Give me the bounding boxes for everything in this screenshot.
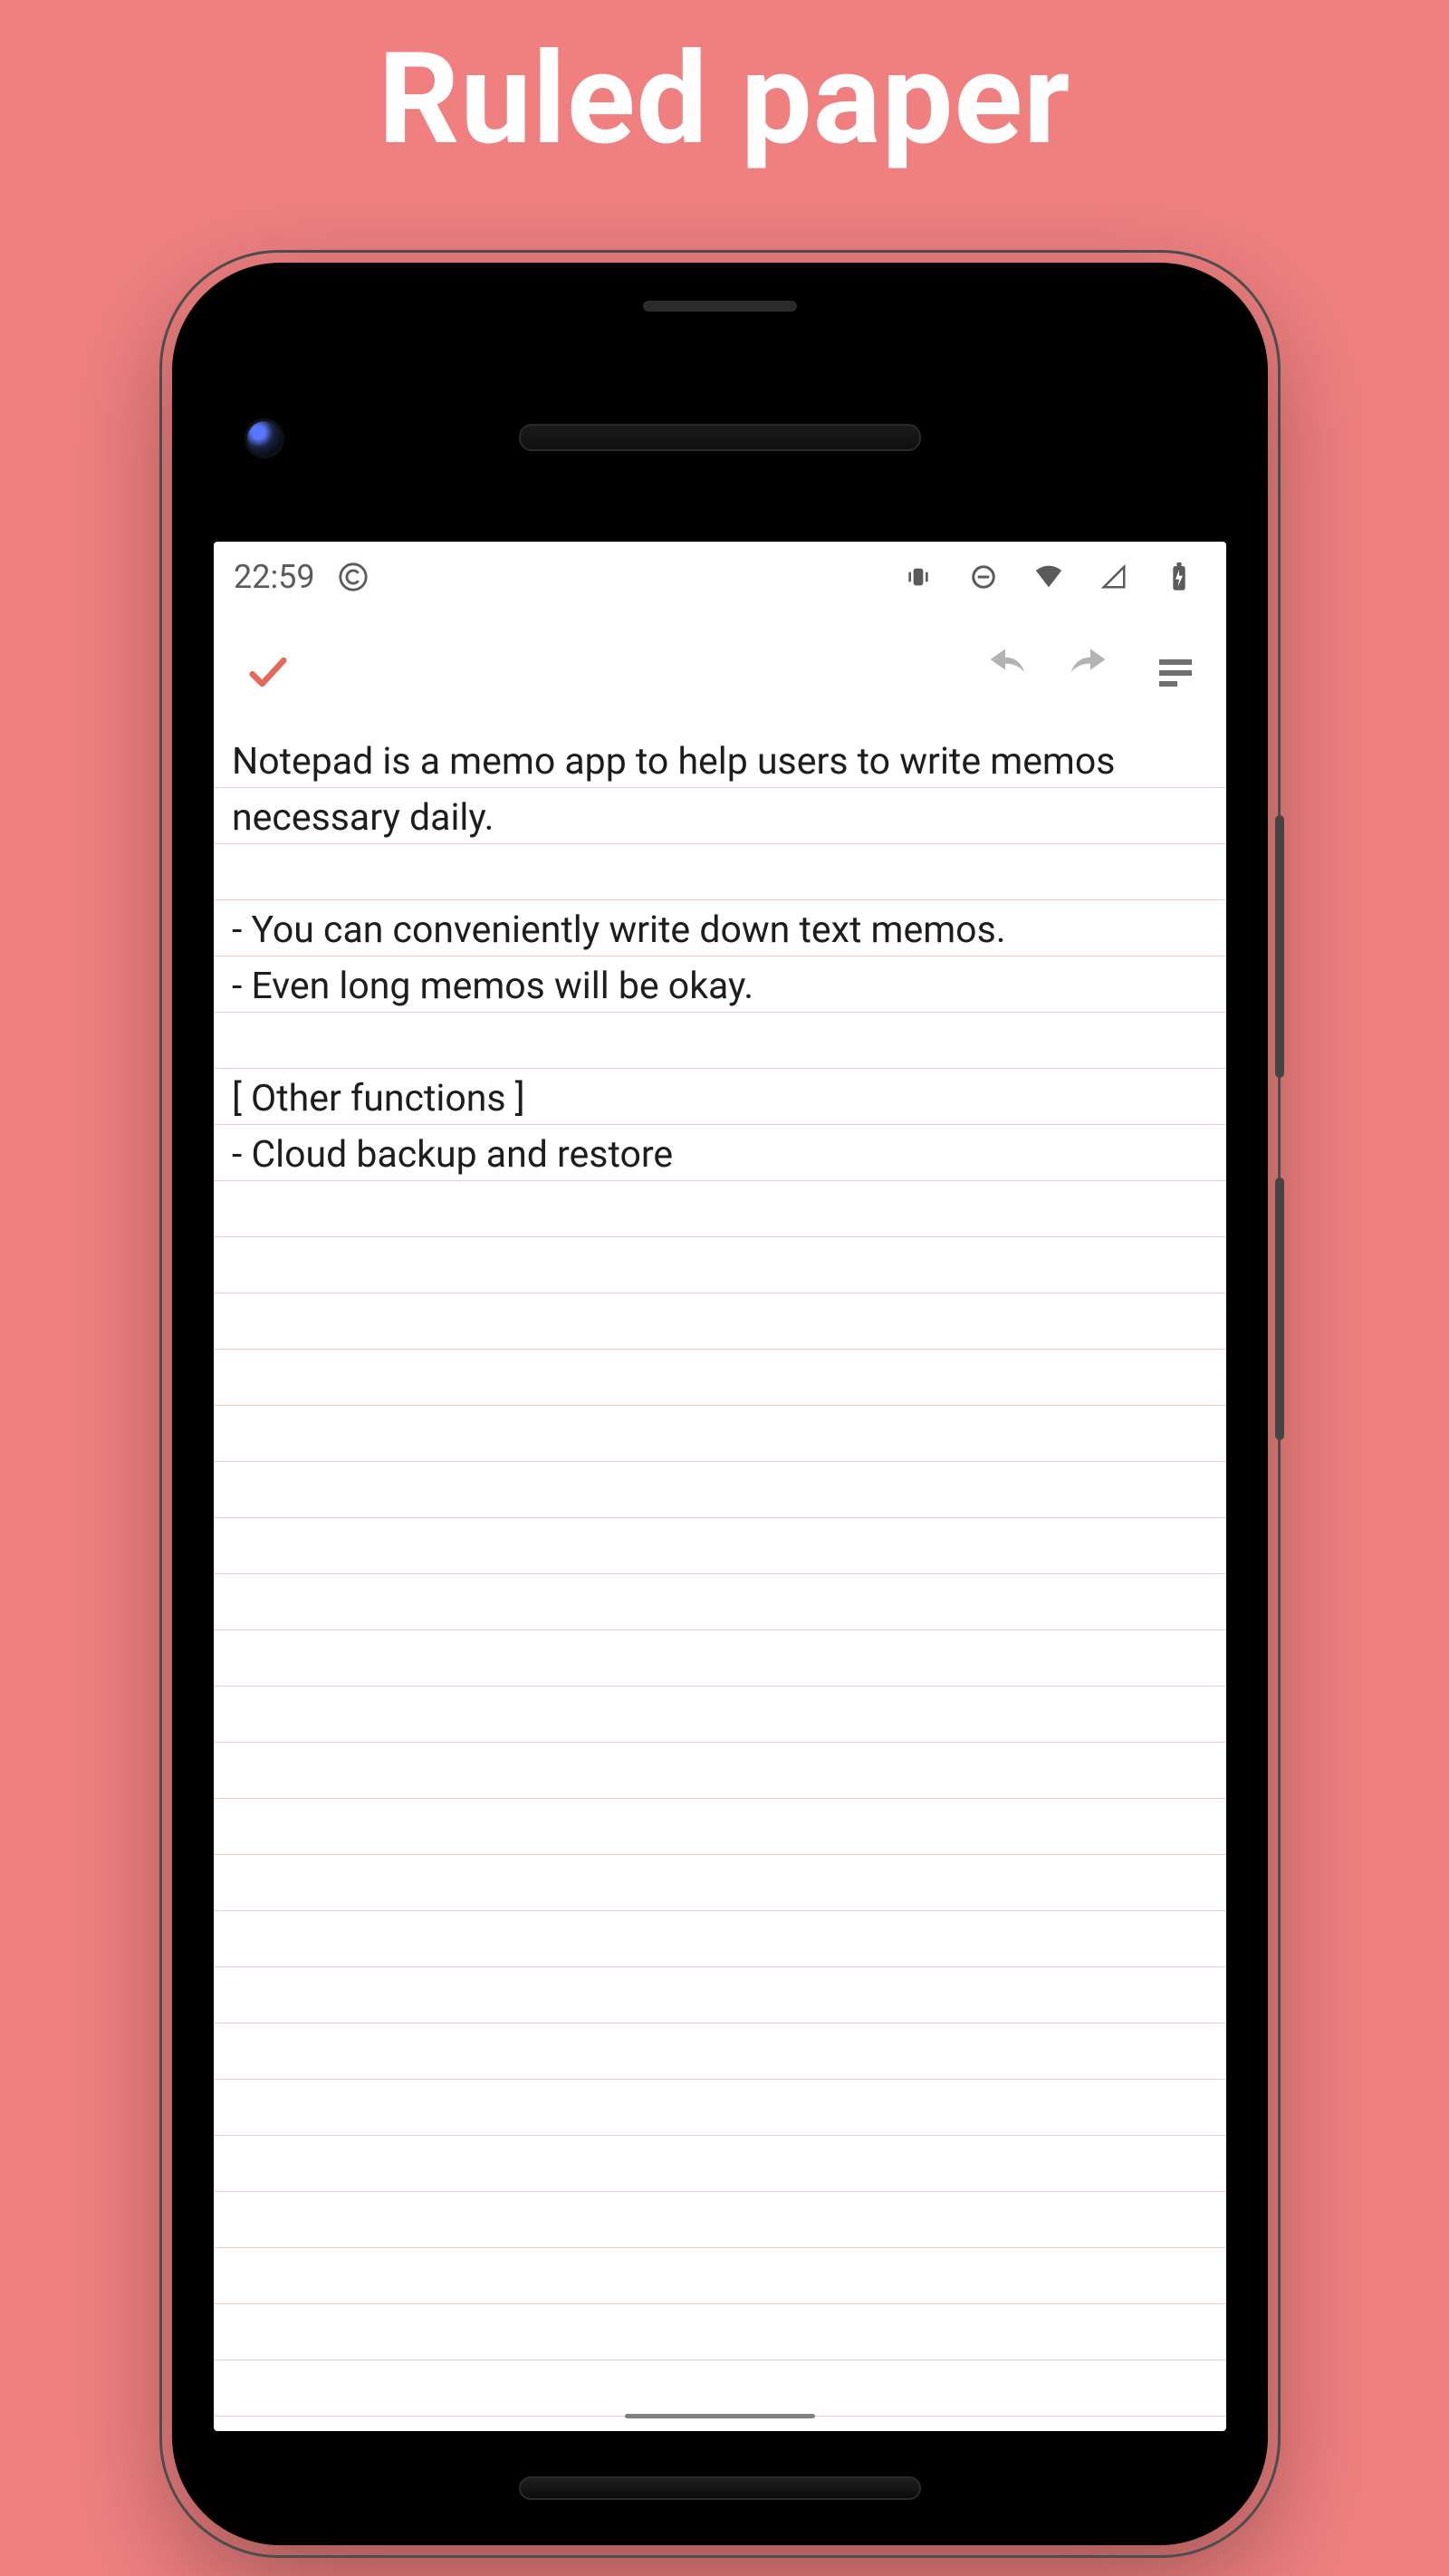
app-action-bar [214, 612, 1226, 732]
phone-side-button-upper [1275, 815, 1284, 1078]
status-right [891, 550, 1206, 604]
status-left: 22:59 [234, 550, 380, 604]
cell-signal-icon [1087, 550, 1141, 604]
battery-icon [1152, 550, 1206, 604]
status-bar: 22:59 [214, 542, 1226, 612]
hero-title: Ruled paper [0, 25, 1449, 174]
phone-frame: 22:59 [172, 263, 1268, 2545]
sync-disabled-icon [326, 550, 380, 604]
phone-top-pill [643, 301, 797, 312]
gesture-nav-bar [625, 2414, 815, 2418]
status-time: 22:59 [234, 558, 315, 596]
wifi-icon [1022, 550, 1076, 604]
phone-camera [245, 418, 284, 458]
confirm-button[interactable] [241, 645, 295, 699]
screen: 22:59 [214, 542, 1226, 2431]
note-viewport: Notepad is a memo app to help users to w… [214, 732, 1226, 2431]
promo-canvas: Ruled paper 22:59 [0, 0, 1449, 2576]
redo-button[interactable] [1063, 645, 1118, 699]
undo-button[interactable] [978, 645, 1032, 699]
format-menu-button[interactable] [1148, 645, 1203, 699]
do-not-disturb-icon [956, 550, 1011, 604]
phone-earpiece [519, 424, 921, 451]
phone-side-button-lower [1275, 1177, 1284, 1440]
vibrate-icon [891, 550, 945, 604]
phone-bottom-speaker [519, 2476, 921, 2500]
note-text-area[interactable]: Notepad is a memo app to help users to w… [232, 734, 1206, 1183]
